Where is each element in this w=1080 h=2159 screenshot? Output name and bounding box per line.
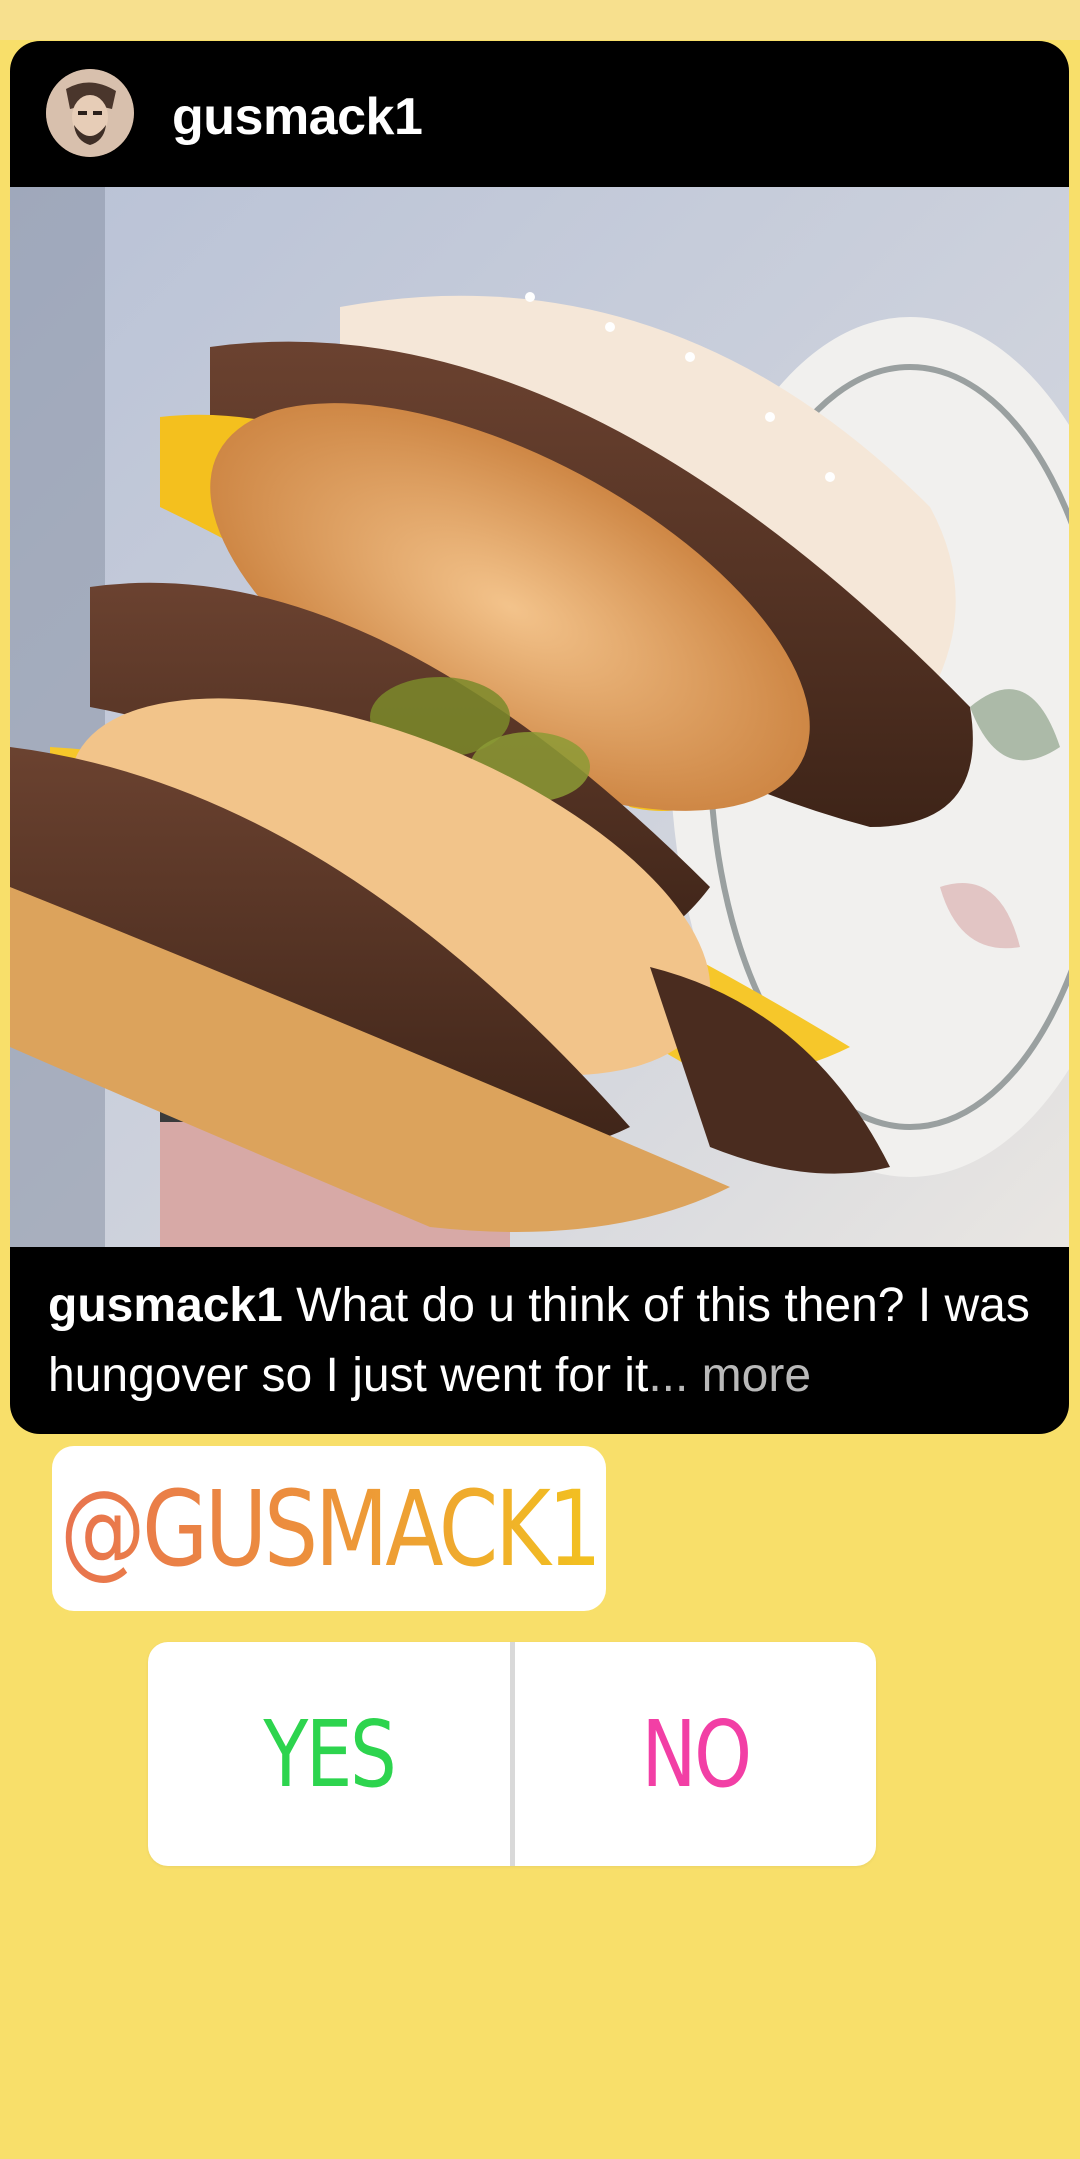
post-photo-burger[interactable]	[10, 187, 1069, 1247]
poll-option-no[interactable]: NO	[515, 1642, 877, 1866]
avatar-photo	[46, 69, 134, 157]
burger-photo	[10, 187, 1069, 1247]
poll-sticker[interactable]: YES NO	[148, 1642, 876, 1866]
mention-text: @GUSMACK1	[59, 1467, 602, 1590]
poll-no-label: NO	[641, 1700, 752, 1808]
mention-sticker[interactable]: @GUSMACK1	[52, 1446, 606, 1611]
avatar[interactable]	[46, 69, 134, 157]
caption-more-link[interactable]: ... more	[648, 1349, 811, 1402]
post-caption[interactable]: gusmack1 What do u think of this then? I…	[48, 1271, 1038, 1411]
post-username[interactable]: gusmack1	[172, 87, 423, 147]
shared-post-card[interactable]: gusmack1 gusmack1 What do u think of thi…	[10, 41, 1069, 1434]
poll-yes-label: YES	[263, 1700, 396, 1808]
top-strip	[0, 0, 1080, 40]
post-header: gusmack1	[10, 41, 1069, 187]
poll-option-yes[interactable]: YES	[148, 1642, 510, 1866]
caption-username[interactable]: gusmack1	[48, 1279, 283, 1332]
